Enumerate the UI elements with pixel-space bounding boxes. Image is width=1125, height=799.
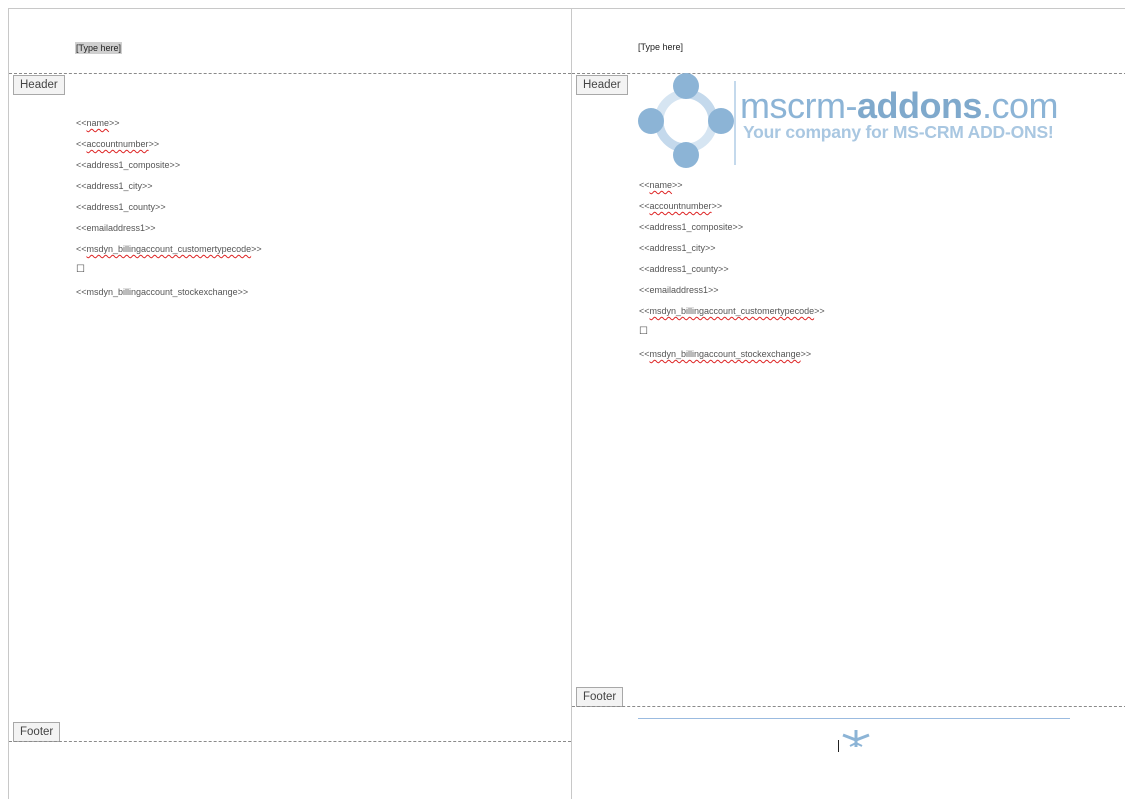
- plane-icon: [842, 730, 870, 747]
- header-separator: [9, 73, 571, 74]
- merge-field-stockexchange[interactable]: <<msdyn_billingaccount_stockexchange>>: [639, 349, 811, 359]
- merge-field-name[interactable]: <<name>>: [639, 180, 683, 190]
- header-tag[interactable]: Header: [576, 75, 628, 95]
- footer-separator: [9, 741, 571, 742]
- text-cursor: [838, 740, 839, 752]
- merge-field-address1-composite[interactable]: <<address1_composite>>: [639, 222, 743, 232]
- checkbox-glyph[interactable]: ☐: [76, 264, 85, 275]
- merge-field-address1-city[interactable]: <<address1_city>>: [639, 243, 716, 253]
- merge-field-emailaddress1[interactable]: <<emailaddress1>>: [639, 285, 719, 295]
- merge-field-emailaddress1[interactable]: <<emailaddress1>>: [76, 223, 156, 233]
- logo-divider: [734, 81, 736, 165]
- merge-field-customertypecode[interactable]: <<msdyn_billingaccount_customertypecode>…: [639, 306, 825, 316]
- merge-field-address1-city[interactable]: <<address1_city>>: [76, 181, 153, 191]
- document-page-left[interactable]: [Type here] Header <<name>> <<accountnum…: [8, 8, 571, 799]
- header-tag[interactable]: Header: [13, 75, 65, 95]
- merge-field-stockexchange[interactable]: <<msdyn_billingaccount_stockexchange>>: [76, 287, 248, 297]
- logo-tagline: Your company for MS-CRM ADD-ONS!: [743, 122, 1054, 142]
- merge-field-address1-composite[interactable]: <<address1_composite>>: [76, 160, 180, 170]
- logo-circles-icon: [638, 73, 734, 168]
- header-placeholder[interactable]: [Type here]: [638, 42, 683, 52]
- checkbox-glyph[interactable]: ☐: [639, 326, 648, 337]
- merge-field-address1-county[interactable]: <<address1_county>>: [76, 202, 166, 212]
- merge-field-accountnumber[interactable]: <<accountnumber>>: [639, 201, 722, 211]
- footer-rule: [638, 718, 1070, 719]
- header-placeholder[interactable]: [Type here]: [75, 42, 123, 54]
- document-page-right[interactable]: [Type here] Header mscrm-addons.com Your…: [571, 8, 1125, 799]
- logo-wordmark: mscrm-addons.com: [740, 85, 1058, 126]
- merge-field-address1-county[interactable]: <<address1_county>>: [639, 264, 729, 274]
- merge-field-customertypecode[interactable]: <<msdyn_billingaccount_customertypecode>…: [76, 244, 262, 254]
- merge-field-name[interactable]: <<name>>: [76, 118, 120, 128]
- footer-separator: [572, 706, 1125, 707]
- footer-tag[interactable]: Footer: [13, 722, 61, 742]
- footer-tag[interactable]: Footer: [576, 687, 624, 707]
- merge-field-accountnumber[interactable]: <<accountnumber>>: [76, 139, 159, 149]
